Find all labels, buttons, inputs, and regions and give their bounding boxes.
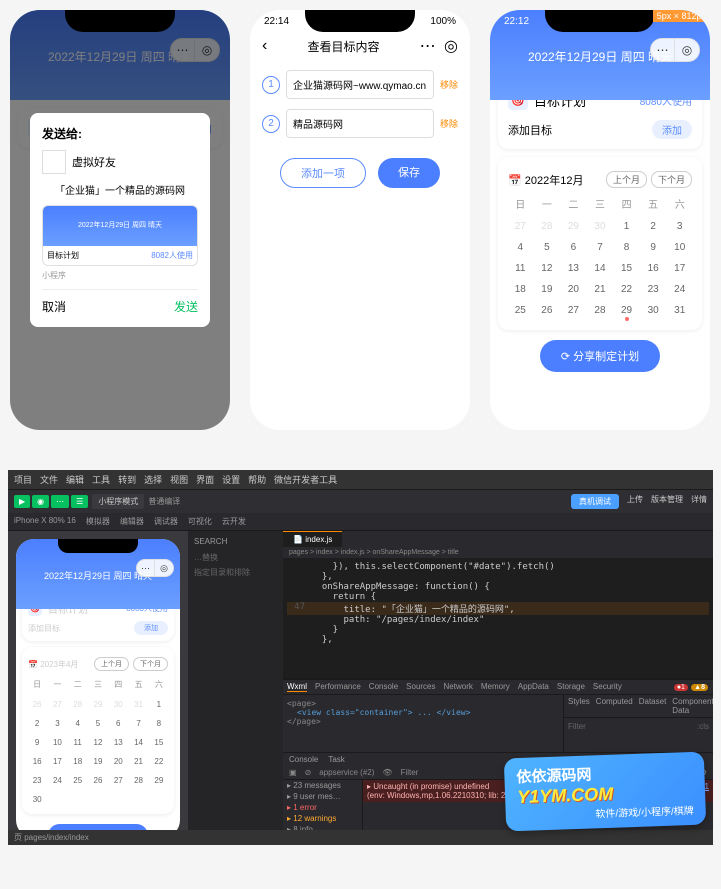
watermark-logo: 依依源码网 Y1YM.COM 软件/游戏/小程序/棋牌 <box>505 755 705 835</box>
modal-overlay: 发送给: 虚拟好友 「企业猫」一个精品的源码网 2022年12月29日 周四 晴… <box>10 10 230 430</box>
next-month-button[interactable]: 下个月 <box>651 171 692 188</box>
prev-month-button[interactable]: 上个月 <box>606 171 647 188</box>
friend-name: 虚拟好友 <box>72 154 116 170</box>
breadcrumb[interactable]: pages > index > index.js > onShareAppMes… <box>283 547 713 558</box>
notch <box>65 10 175 32</box>
share-button[interactable]: ⟳ 分享制定计划 <box>540 340 660 372</box>
close-icon[interactable]: ◎ <box>444 36 458 56</box>
upload-link[interactable]: 上传 <box>627 494 643 509</box>
styles-panel: StylesComputedDatasetComponent Data Filt… <box>563 695 713 752</box>
tb-btn[interactable]: ◉ <box>32 495 49 508</box>
explorer-panel[interactable]: SEARCH …替换 指定目录和排除 <box>188 531 283 845</box>
wechat-devtools-ide: 项目文件编辑工具转到选择视图界面设置帮助微信开发者工具 ▶ ◉ ⋯ ☰ 小程序模… <box>8 470 713 845</box>
menu-icon[interactable]: ⋯ <box>651 39 675 61</box>
add-target-label: 添加目标 <box>508 122 552 138</box>
app-type-label: 小程序 <box>42 270 198 281</box>
send-to-label: 发送给: <box>42 125 198 142</box>
share-preview: 2022年12月29日 周四 晴天 目标计划8082人使用 <box>42 205 198 266</box>
debug-button[interactable]: 真机调试 <box>571 494 619 509</box>
tb-btn[interactable]: ▶ <box>14 495 30 508</box>
calendar-grid[interactable]: 日一二三四五六272829301234567891011121314151617… <box>508 192 692 320</box>
friend-avatar[interactable] <box>42 150 66 174</box>
dimension-badge: 5px × 812px <box>653 10 710 22</box>
preview-header: 2022年12月29日 周四 晴天 <box>43 206 197 246</box>
phone-2-edit: 22:14 100% ‹ 查看目标内容 ⋯ ◎ 1 企业猫源码网~www.qym… <box>250 10 470 430</box>
notch <box>305 10 415 32</box>
phone-1-share: ⋯◎ 2022年12月29日 周四 晴天 🎯目标计划 8082人使用 发送给: … <box>10 10 230 430</box>
input-index: 1 <box>262 76 280 94</box>
remove-button-2[interactable]: 移除 <box>440 117 458 130</box>
capsule[interactable]: ⋯◎ <box>650 38 700 62</box>
share-dialog: 发送给: 虚拟好友 「企业猫」一个精品的源码网 2022年12月29日 周四 晴… <box>30 113 210 327</box>
back-icon[interactable]: ‹ <box>262 37 267 55</box>
input-index: 2 <box>262 115 280 133</box>
notch <box>545 10 655 32</box>
phone-3-calendar: 5px × 812px 22:12 ⋯◎ 2022年12月29日 周四 晴天 🎯… <box>490 10 710 430</box>
version-link[interactable]: 版本管理 <box>651 494 683 509</box>
sub-toolbar: iPhone X 80% 16 模拟器编辑器调试器可视化云开发 <box>8 513 713 531</box>
tb-btn[interactable]: ☰ <box>71 495 88 508</box>
cancel-button[interactable]: 取消 <box>42 298 66 315</box>
status-time: 22:14 <box>264 16 289 27</box>
simulator-panel: ⋯◎ 2022年12月29日 周四 晴天 🎯目标计划 8083人使用 添加目标 … <box>8 531 188 845</box>
save-button[interactable]: 保存 <box>378 158 440 188</box>
target-input-1[interactable]: 企业猫源码网~www.qymao.cn <box>286 70 434 99</box>
menu-bar[interactable]: 项目文件编辑工具转到选择视图界面设置帮助微信开发者工具 <box>8 470 713 490</box>
device-label[interactable]: iPhone X 80% 16 <box>14 516 76 527</box>
page-title: 查看目标内容 <box>307 38 379 55</box>
close-icon[interactable]: ◎ <box>155 560 173 576</box>
wxml-panel[interactable]: <page> <view class="container"> ... </vi… <box>283 695 563 752</box>
share-desc: 「企业猫」一个精品的源码网 <box>42 182 198 197</box>
file-tab[interactable]: 📄 index.js <box>283 531 342 547</box>
devtools-tabs[interactable]: WxmlPerformanceConsoleSourcesNetworkMemo… <box>283 680 713 695</box>
add-button[interactable]: 添加 <box>652 120 692 139</box>
detail-link[interactable]: 详情 <box>691 494 707 509</box>
code-editor[interactable]: }), this.selectComponent("#date").fetch(… <box>283 558 713 678</box>
sim-calendar[interactable]: 日一二三四五六262728293031123456789101112131415… <box>28 675 168 808</box>
input-row-1: 1 企业猫源码网~www.qymao.cn 移除 <box>262 70 458 99</box>
remove-button-1[interactable]: 移除 <box>440 78 458 91</box>
status-battery: 100% <box>430 16 456 27</box>
menu-icon[interactable]: ⋯ <box>420 36 436 56</box>
calendar-card: 📅 2022年12月 上个月 下个月 日一二三四五六27282930123456… <box>498 157 702 330</box>
ordinary-compile[interactable]: 普通编译 <box>148 496 180 507</box>
notch <box>58 539 138 553</box>
toolbar: ▶ ◉ ⋯ ☰ 小程序模式 普通编译 真机调试 上传 版本管理 详情 <box>8 490 713 513</box>
menu-icon[interactable]: ⋯ <box>137 560 155 576</box>
cal-icon: 📅 2022年12月 <box>508 172 583 188</box>
send-button[interactable]: 发送 <box>174 298 198 315</box>
add-item-button[interactable]: 添加一项 <box>280 158 366 188</box>
compile-mode-select[interactable]: 小程序模式 <box>92 494 144 509</box>
target-input-2[interactable]: 精品源码网 <box>286 109 434 138</box>
tb-btn[interactable]: ⋯ <box>51 495 69 508</box>
status-time: 22:12 <box>504 16 529 27</box>
simulator-phone[interactable]: ⋯◎ 2022年12月29日 周四 晴天 🎯目标计划 8083人使用 添加目标 … <box>16 539 180 838</box>
close-icon[interactable]: ◎ <box>675 39 699 61</box>
input-row-2: 2 精品源码网 移除 <box>262 109 458 138</box>
